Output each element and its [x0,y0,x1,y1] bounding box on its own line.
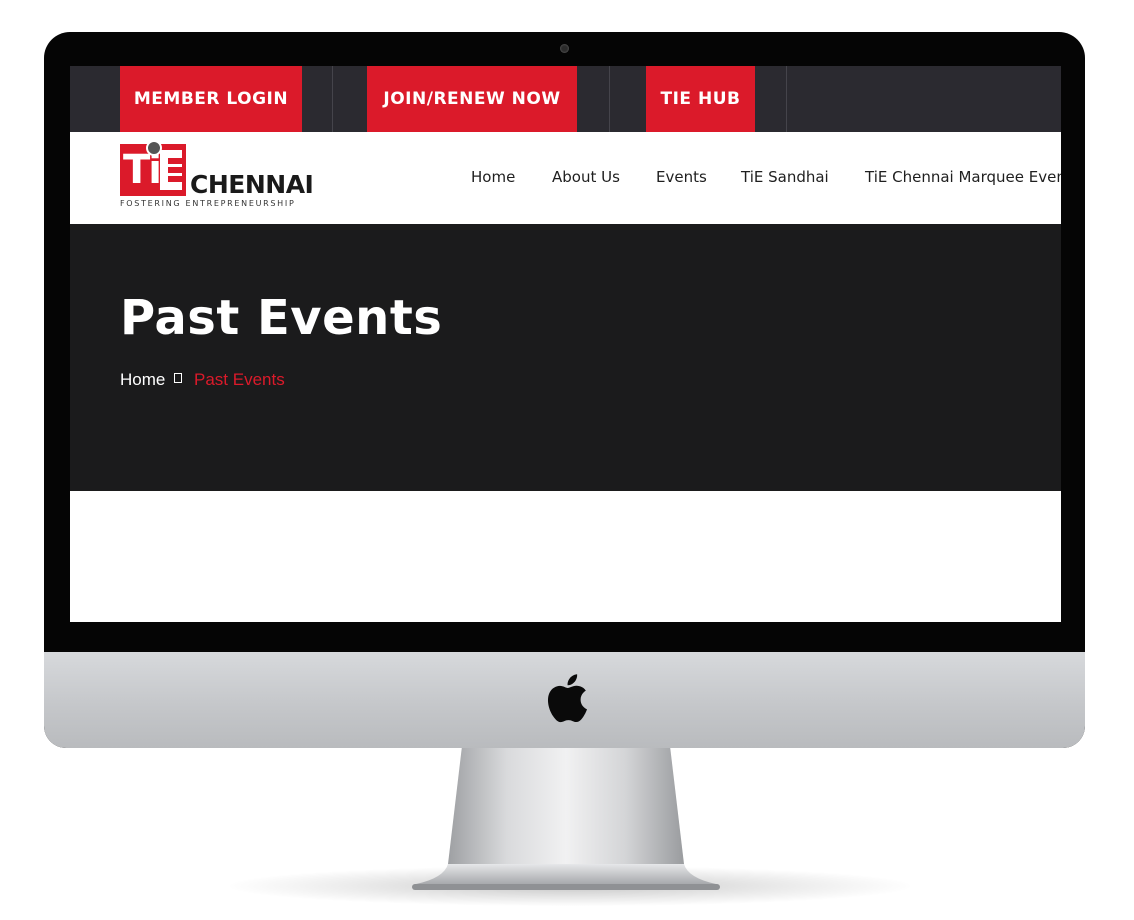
nav-about-us[interactable]: About Us [552,168,620,186]
divider [332,66,333,132]
logo-tagline: FOSTERING ENTREPRENEURSHIP [120,199,296,208]
tie-hub-button[interactable]: TIE HUB [646,66,755,132]
top-bar: MEMBER LOGIN JOIN/RENEW NOW TIE HUB [70,66,1061,132]
breadcrumb-current: Past Events [194,370,285,389]
logo-dot [146,140,162,156]
logo-mark: Ti [120,140,186,196]
member-login-button[interactable]: MEMBER LOGIN [120,66,302,132]
logo-e-mark [160,150,182,190]
browser-viewport: MEMBER LOGIN JOIN/RENEW NOW TIE HUB Ti C… [70,66,1061,622]
page-content [70,491,1061,622]
monitor-bezel: MEMBER LOGIN JOIN/RENEW NOW TIE HUB Ti C… [44,32,1085,748]
breadcrumb-home[interactable]: Home [120,370,165,390]
page-header: Past Events Home Past Events [70,224,1061,491]
main-navbar: Ti CHENNAI FOSTERING ENTREPRENEURSHIP Ho… [70,132,1061,224]
join-renew-button[interactable]: JOIN/RENEW NOW [367,66,577,132]
divider [609,66,610,132]
logo-city-text: CHENNAI [190,170,314,199]
tie-chennai-logo[interactable]: Ti CHENNAI FOSTERING ENTREPRENEURSHIP [120,140,314,214]
divider [786,66,787,132]
page-title: Past Events [120,290,443,346]
nav-home[interactable]: Home [471,168,515,186]
breadcrumb-separator-icon [174,373,182,383]
monitor-stand [412,746,720,890]
nav-tie-sandhai[interactable]: TiE Sandhai [741,168,829,186]
apple-logo-icon [547,674,587,723]
nav-events[interactable]: Events [656,168,707,186]
nav-marquee-events[interactable]: TiE Chennai Marquee Even [865,168,1061,186]
camera-icon [560,44,569,53]
